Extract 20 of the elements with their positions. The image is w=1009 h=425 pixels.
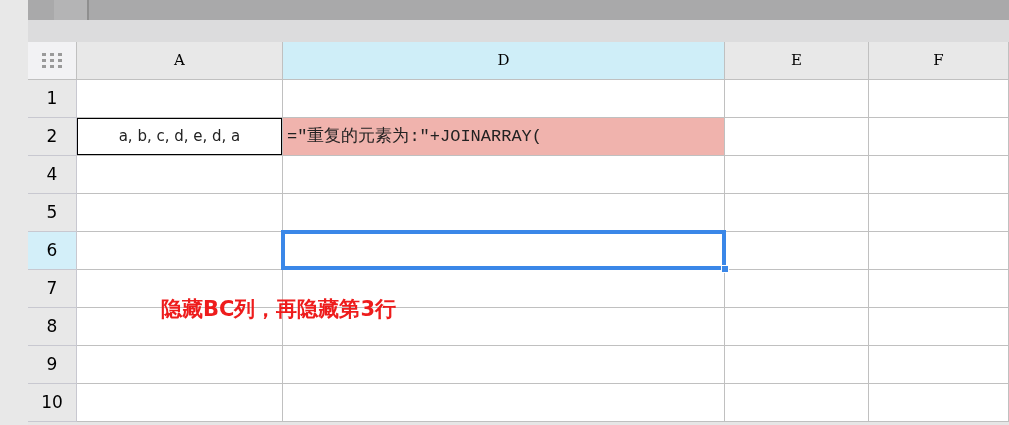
selected-cell[interactable] (281, 230, 726, 270)
row-header[interactable]: 6 (28, 232, 77, 270)
row-header[interactable]: 9 (28, 346, 77, 384)
row-header[interactable]: 8 (28, 308, 77, 346)
column-header[interactable]: D (283, 42, 725, 80)
row-header[interactable]: 5 (28, 194, 77, 232)
column-header[interactable]: E (725, 42, 869, 80)
annotation-text: 隐藏BC列，再隐藏第3行 (161, 296, 397, 323)
table-cell: ="重复的元素为:"+JOINARRAY( (283, 118, 725, 156)
row-header[interactable]: 1 (28, 80, 77, 118)
grid-icon (41, 53, 63, 68)
table-cell: a, b, c, d, e, d, a (77, 118, 283, 156)
fill-handle[interactable] (721, 265, 729, 273)
column-header[interactable]: F (869, 42, 1009, 80)
row-header[interactable]: 2 (28, 118, 77, 156)
column-header[interactable]: A (77, 42, 283, 80)
select-all-corner[interactable] (28, 42, 77, 80)
row-header[interactable]: 10 (28, 384, 77, 422)
row-header[interactable]: 4 (28, 156, 77, 194)
row-header[interactable]: 7 (28, 270, 77, 308)
